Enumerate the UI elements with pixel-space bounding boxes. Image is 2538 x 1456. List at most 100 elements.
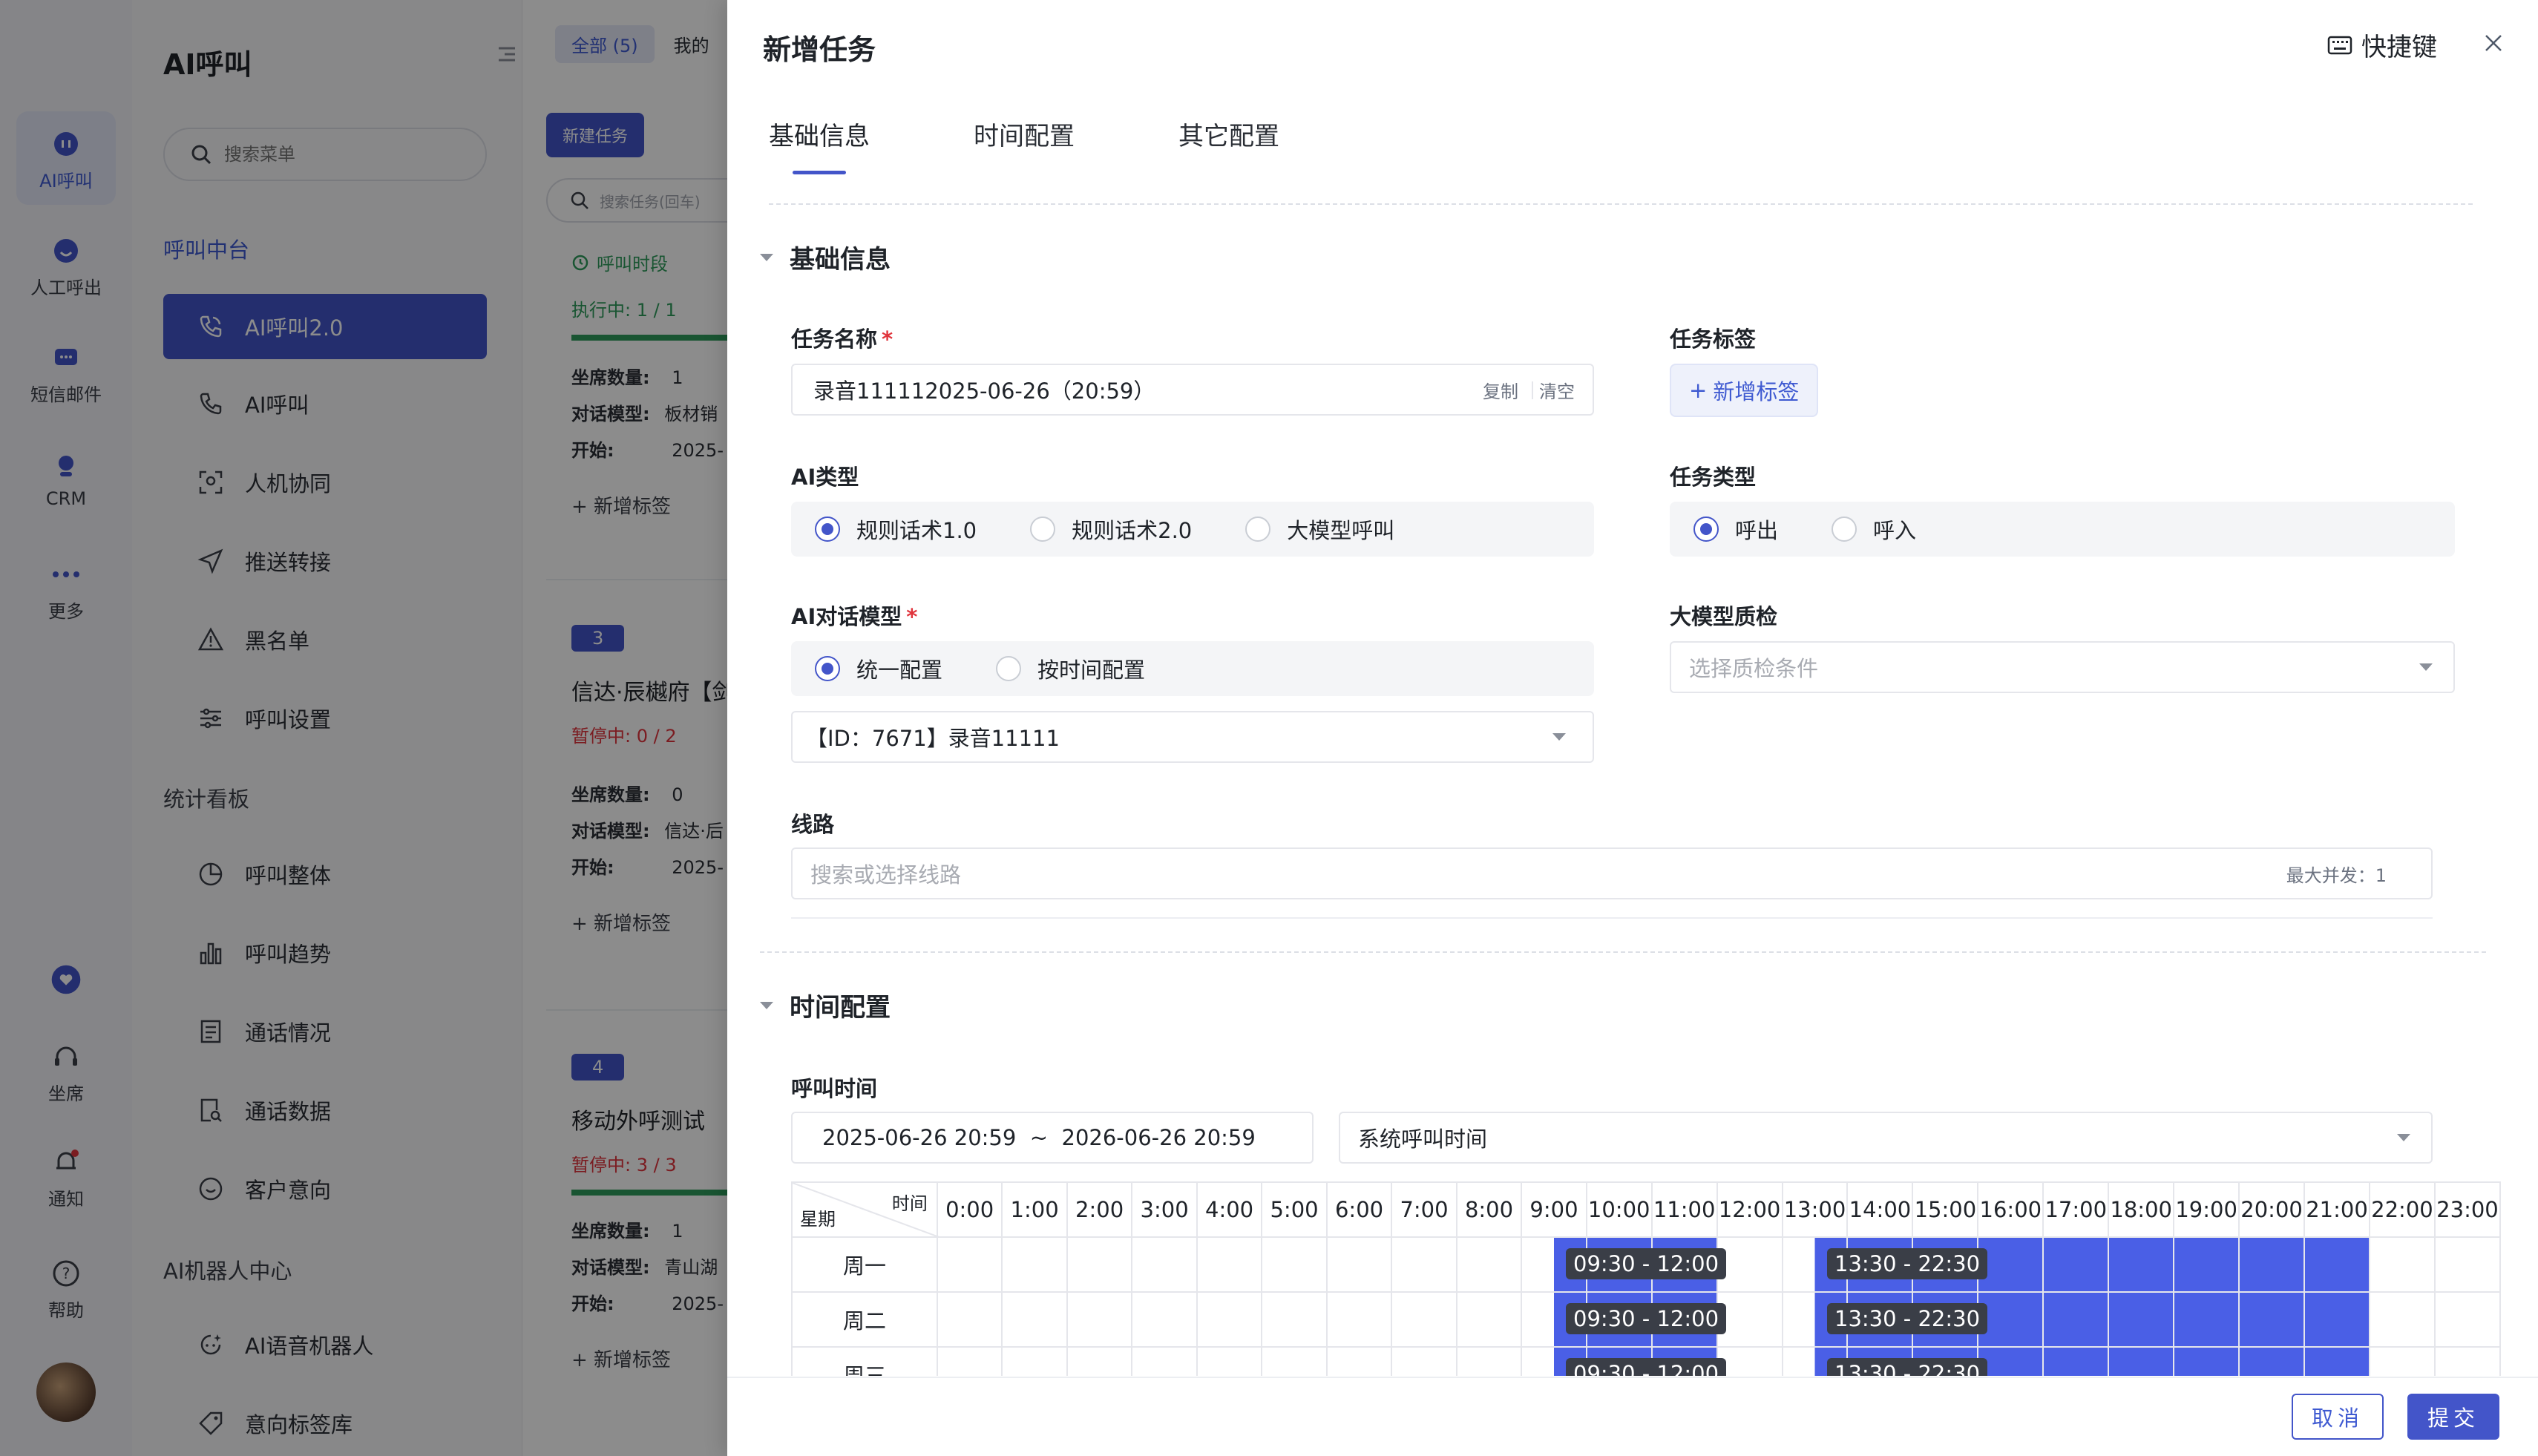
task-name-field[interactable]: 录音111112025-06-26（20:59） 复制 清空: [791, 364, 1594, 416]
schedule-slot[interactable]: [2368, 1236, 2436, 1293]
schedule-slot[interactable]: [2108, 1236, 2175, 1293]
schedule-slot[interactable]: [2042, 1236, 2110, 1293]
schedule-slot[interactable]: [2238, 1236, 2306, 1293]
radio-circle: [815, 517, 840, 542]
shortcut-label: 快捷键: [2361, 33, 2437, 62]
schedule-slot[interactable]: [1716, 1346, 1783, 1376]
drawer-footer: [727, 1377, 2538, 1456]
schedule-slot[interactable]: [1261, 1346, 1328, 1376]
schedule-slot[interactable]: [2433, 1346, 2501, 1376]
basic-info-section-header[interactable]: 基础信息: [760, 239, 891, 275]
task-type-radio-group: 呼出 呼入: [1670, 502, 2455, 557]
day-label: 周三: [791, 1346, 938, 1376]
hour-header: 20:00: [2238, 1181, 2306, 1238]
schedule-slot[interactable]: [936, 1346, 1003, 1376]
submit-button[interactable]: 提交: [2407, 1394, 2499, 1440]
schedule-slot[interactable]: [1455, 1346, 1523, 1376]
clear-button[interactable]: 清空: [1539, 377, 1575, 403]
schedule-slot[interactable]: [2368, 1291, 2436, 1348]
schedule-slot[interactable]: [2238, 1346, 2306, 1376]
divider: [769, 203, 2473, 205]
collapse-caret-icon: [760, 253, 773, 261]
schedule-slot[interactable]: [1131, 1291, 1198, 1348]
radio-outbound[interactable]: 呼出: [1693, 514, 1778, 545]
schedule-slot[interactable]: [1196, 1291, 1263, 1348]
schedule-slot[interactable]: [1196, 1236, 1263, 1293]
hour-header: 6:00: [1325, 1181, 1393, 1238]
schedule-slot[interactable]: [1131, 1236, 1198, 1293]
schedule-slot[interactable]: [1325, 1291, 1393, 1348]
close-icon[interactable]: [2479, 28, 2508, 58]
radio-circle: [1245, 517, 1271, 542]
schedule-slot[interactable]: [2433, 1236, 2501, 1293]
schedule-slot[interactable]: [1066, 1291, 1133, 1348]
cancel-button[interactable]: 取消: [2292, 1394, 2384, 1440]
schedule-slot[interactable]: [1001, 1236, 1068, 1293]
hour-header: 14:00: [1846, 1181, 1914, 1238]
radio-inbound[interactable]: 呼入: [1832, 514, 1916, 545]
line-select[interactable]: 搜索或选择线路 最大并发：1: [791, 847, 2433, 899]
radio-rule-2[interactable]: 规则话术2.0: [1030, 514, 1192, 545]
schedule-slot[interactable]: [1391, 1291, 1457, 1348]
schedule-slot[interactable]: [1716, 1291, 1783, 1348]
schedule-slot[interactable]: [1001, 1291, 1068, 1348]
schedule-slot[interactable]: [1455, 1291, 1523, 1348]
schedule-slot[interactable]: [2042, 1346, 2110, 1376]
drawer-tabs: 基础信息 时间配置 其它配置: [769, 116, 1279, 174]
schedule-slot[interactable]: [1977, 1236, 2044, 1293]
qc-placeholder: 选择质检条件: [1689, 656, 1819, 681]
schedule-slot[interactable]: [1977, 1346, 2044, 1376]
schedule-corner-cell: 时间 星期: [791, 1181, 941, 1238]
schedule-slot[interactable]: [2303, 1236, 2370, 1293]
ai-model-select[interactable]: 【ID：7671】录音11111: [791, 711, 1594, 763]
task-tag-label: 任务标签: [1670, 327, 1757, 352]
radio-rule-1[interactable]: 规则话术1.0: [815, 514, 977, 545]
schedule-slot[interactable]: [1196, 1346, 1263, 1376]
schedule-slot[interactable]: [1001, 1346, 1068, 1376]
radio-circle: [996, 656, 1022, 681]
weekly-schedule-grid[interactable]: 时间 星期 0:00 1:00 2:00 3:00 4:00 5:00 6:00…: [791, 1181, 2501, 1376]
schedule-slot[interactable]: [2238, 1291, 2306, 1348]
schedule-slot[interactable]: [1977, 1291, 2044, 1348]
schedule-slot[interactable]: [2042, 1291, 2110, 1348]
schedule-slot[interactable]: [1455, 1236, 1523, 1293]
time-config-section-header[interactable]: 时间配置: [760, 987, 891, 1023]
schedule-slot[interactable]: [2368, 1346, 2436, 1376]
schedule-slot[interactable]: [1066, 1346, 1133, 1376]
radio-unified-config[interactable]: 统一配置: [815, 653, 942, 684]
time-source-select[interactable]: 系统呼叫时间: [1339, 1112, 2433, 1164]
schedule-slot[interactable]: [936, 1236, 1003, 1293]
schedule-slot[interactable]: [936, 1291, 1003, 1348]
schedule-slot[interactable]: [2303, 1291, 2370, 1348]
qc-select[interactable]: 选择质检条件: [1670, 641, 2455, 693]
schedule-slot[interactable]: [1325, 1236, 1393, 1293]
schedule-slot[interactable]: [1131, 1346, 1198, 1376]
radio-llm-call[interactable]: 大模型呼叫: [1245, 514, 1394, 545]
schedule-slot[interactable]: [2173, 1291, 2240, 1348]
date-range-picker[interactable]: 2025-06-26 20:59 ~ 2026-06-26 20:59: [791, 1112, 1314, 1164]
schedule-slot[interactable]: [2173, 1346, 2240, 1376]
schedule-slot[interactable]: [1261, 1236, 1328, 1293]
shortcut-button[interactable]: 快捷键: [2327, 27, 2437, 63]
schedule-slot[interactable]: [1391, 1346, 1457, 1376]
schedule-slot[interactable]: [1716, 1236, 1783, 1293]
schedule-slot[interactable]: [1066, 1236, 1133, 1293]
tab-time-config[interactable]: 时间配置: [974, 116, 1075, 152]
modal-backdrop[interactable]: [0, 0, 727, 1456]
tab-other-config[interactable]: 其它配置: [1178, 116, 1279, 152]
schedule-slot[interactable]: [1325, 1346, 1393, 1376]
schedule-slot[interactable]: [2108, 1346, 2175, 1376]
tab-basic-info[interactable]: 基础信息: [769, 116, 870, 174]
schedule-slot[interactable]: [2173, 1236, 2240, 1293]
ai-type-label: AI类型: [791, 465, 859, 490]
schedule-slot[interactable]: [1261, 1291, 1328, 1348]
add-task-tag-button[interactable]: + 新增标签: [1670, 364, 1819, 417]
schedule-slot[interactable]: [1391, 1236, 1457, 1293]
schedule-slot[interactable]: [2303, 1346, 2370, 1376]
schedule-slot[interactable]: [2433, 1291, 2501, 1348]
radio-time-config[interactable]: 按时间配置: [996, 653, 1145, 684]
collapse-caret-icon: [760, 1001, 773, 1009]
task-name-label: 任务名称 *: [791, 327, 893, 352]
copy-button[interactable]: 复制: [1483, 377, 1518, 403]
schedule-slot[interactable]: [2108, 1291, 2175, 1348]
